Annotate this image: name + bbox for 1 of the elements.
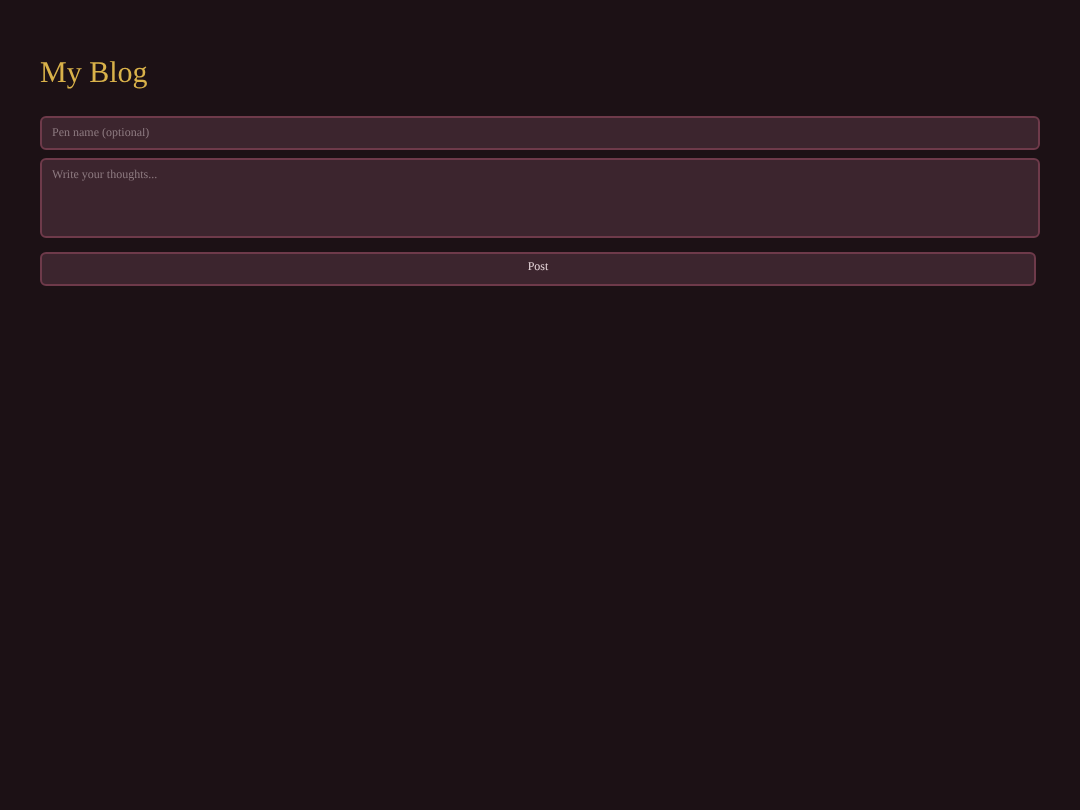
blog-title: My Blog	[40, 56, 150, 92]
